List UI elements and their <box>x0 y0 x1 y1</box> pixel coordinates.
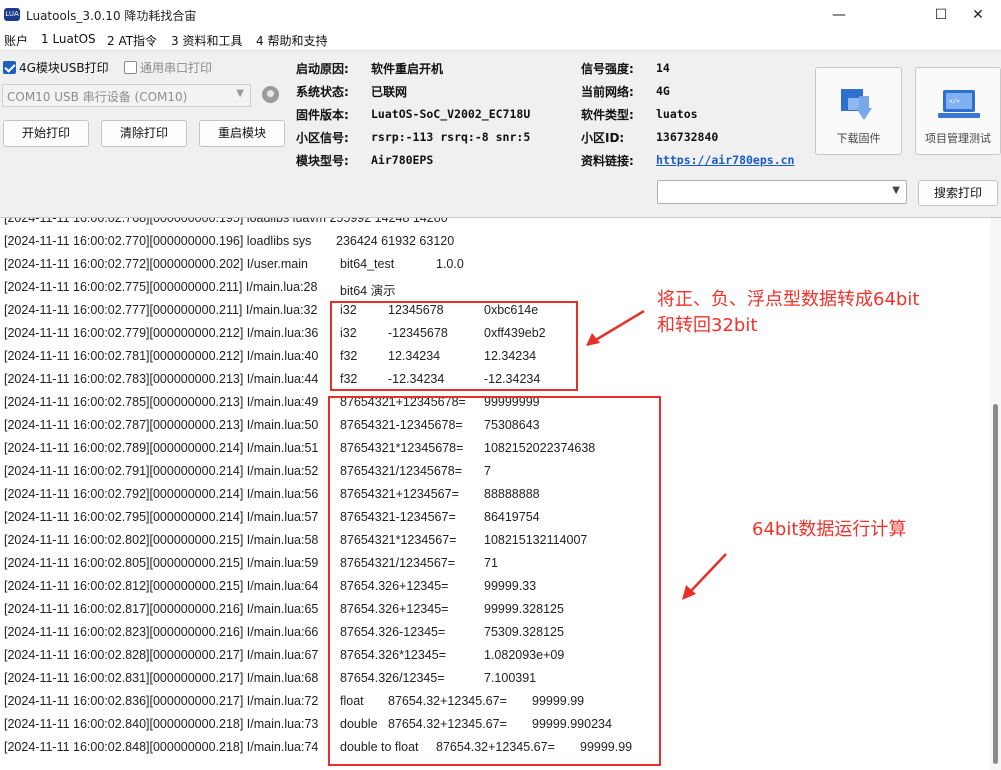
download-firmware-label: 下载固件 <box>836 132 881 145</box>
menu-account[interactable]: 账户 <box>4 32 28 49</box>
log-prefix: [2024-11-11 16:00:02.779][000000000.212]… <box>4 326 319 340</box>
svg-text:</>: </> <box>949 98 960 105</box>
serial-print-label: 通用串口打印 <box>140 61 213 75</box>
log-prefix: [2024-11-11 16:00:02.828][000000000.217]… <box>4 648 319 662</box>
laptop-icon: </> <box>938 90 980 118</box>
boot-reason-label: 启动原因: <box>296 62 349 76</box>
menu-resources-tools[interactable]: 3 资料和工具 <box>171 32 242 49</box>
log-prefix: [2024-11-11 16:00:02.775][000000000.211]… <box>4 280 318 294</box>
port-select[interactable]: COM10 USB 串行设备 (COM10) ▼ <box>2 84 251 107</box>
signal-value: 14 <box>656 61 670 75</box>
signal-label: 信号强度: <box>581 62 634 76</box>
usb-print-label: 4G模块USB打印 <box>19 61 109 75</box>
log-scrollbar[interactable] <box>990 218 1001 770</box>
menu-luatos[interactable]: 1 LuatOS <box>41 32 96 46</box>
log-prefix: [2024-11-11 16:00:02.792][000000000.214]… <box>4 487 319 501</box>
convert-annotation-line1: 将正、负、浮点型数据转成64bit <box>657 289 920 310</box>
menu-at-commands[interactable]: 2 AT指令 <box>107 32 157 49</box>
log-prefix: [2024-11-11 16:00:02.789][000000000.214]… <box>4 441 319 455</box>
usb-print-checkbox[interactable]: 4G模块USB打印 <box>3 59 109 76</box>
calc-annotation: 64bit数据运行计算 <box>752 519 907 540</box>
log-prefix: [2024-11-11 16:00:02.772][000000000.202]… <box>4 257 308 271</box>
log-prefix: [2024-11-11 16:00:02.802][000000000.215]… <box>4 533 319 547</box>
log-prefix: [2024-11-11 16:00:02.787][000000000.213]… <box>4 418 319 432</box>
log-prefix: [2024-11-11 16:00:02.848][000000000.218]… <box>4 740 319 754</box>
log-prefix: [2024-11-11 16:00:02.768][000000000.195]… <box>4 218 448 225</box>
search-print-button[interactable]: 搜索打印 <box>918 180 998 206</box>
network-value: 4G <box>656 84 670 98</box>
window-title: Luatools_3.0.10 降功耗找合宙 <box>26 9 197 23</box>
log-prefix: [2024-11-11 16:00:02.831][000000000.217]… <box>4 671 319 685</box>
log-prefix: [2024-11-11 16:00:02.805][000000000.215]… <box>4 556 319 570</box>
chevron-down-icon: ▼ <box>236 88 244 99</box>
sys-status-value: 已联网 <box>371 85 408 99</box>
doc-link[interactable]: https://air780eps.cn <box>656 153 794 167</box>
download-firmware-button[interactable]: 下载固件 <box>815 67 902 155</box>
title-bar: LUA Luatools_3.0.10 降功耗找合宙 — ☐ ✕ <box>0 0 1001 30</box>
calc-highlight-box <box>328 396 661 766</box>
log-prefix: [2024-11-11 16:00:02.812][000000000.215]… <box>4 579 319 593</box>
log-prefix: [2024-11-11 16:00:02.817][000000000.216]… <box>4 602 319 616</box>
log-prefix: [2024-11-11 16:00:02.823][000000000.216]… <box>4 625 319 639</box>
arrow-left-icon <box>586 309 645 346</box>
start-print-button[interactable]: 开始打印 <box>3 120 89 147</box>
cell-signal-value: rsrp:-113 rsrq:-8 snr:5 <box>371 130 531 144</box>
log-field: bit64_test <box>340 257 395 271</box>
clear-print-button[interactable]: 清除打印 <box>101 120 187 147</box>
log-filter-combo[interactable]: ▼ <box>657 180 907 204</box>
network-label: 当前网络: <box>581 85 634 99</box>
convert-highlight-box <box>330 301 578 391</box>
convert-annotation-line2: 和转回32bit <box>657 315 758 336</box>
project-manager-button[interactable]: </> 项目管理测试 <box>915 67 1001 155</box>
checkbox-unchecked-icon <box>124 61 137 74</box>
port-select-value: COM10 USB 串行设备 (COM10) <box>7 90 188 104</box>
refresh-port-icon[interactable] <box>262 86 279 103</box>
log-prefix: [2024-11-11 16:00:02.840][000000000.218]… <box>4 717 319 731</box>
soft-type-label: 软件类型: <box>581 108 634 122</box>
cell-id-value: 136732840 <box>656 130 719 144</box>
log-prefix: [2024-11-11 16:00:02.781][000000000.212]… <box>4 349 319 363</box>
menu-help-support[interactable]: 4 帮助和支持 <box>256 32 327 49</box>
log-field: 236424 61932 63120 <box>336 234 455 248</box>
log-prefix: [2024-11-11 16:00:02.791][000000000.214]… <box>4 464 319 478</box>
cell-id-label: 小区ID: <box>581 131 625 145</box>
minimize-button[interactable]: — <box>816 0 862 30</box>
checkbox-checked-icon <box>3 61 16 74</box>
module-label: 模块型号: <box>296 154 349 168</box>
log-prefix: [2024-11-11 16:00:02.836][000000000.217]… <box>4 694 319 708</box>
log-prefix: [2024-11-11 16:00:02.795][000000000.214]… <box>4 510 319 524</box>
log-prefix: [2024-11-11 16:00:02.770][000000000.196]… <box>4 234 312 248</box>
scroll-thumb[interactable] <box>993 404 998 764</box>
module-value: Air780EPS <box>371 153 434 167</box>
arrow-down-left-icon <box>682 553 727 600</box>
doc-link-label: 资料链接: <box>581 154 634 168</box>
log-prefix: [2024-11-11 16:00:02.785][000000000.213]… <box>4 395 319 409</box>
download-icon <box>841 89 872 120</box>
close-button[interactable]: ✕ <box>955 0 1001 30</box>
log-field: 1.0.0 <box>436 257 464 271</box>
firmware-value: LuatOS-SoC_V2002_EC718U <box>371 107 531 121</box>
log-field: bit64 演示 <box>340 284 396 298</box>
sys-status-label: 系统状态: <box>296 85 349 99</box>
app-logo-icon: LUA <box>4 8 20 21</box>
project-manager-label: 项目管理测试 <box>925 132 991 145</box>
cell-signal-label: 小区信号: <box>296 131 349 145</box>
log-prefix: [2024-11-11 16:00:02.777][000000000.211]… <box>4 303 318 317</box>
boot-reason-value: 软件重启开机 <box>371 62 444 76</box>
menu-bar: 账户 1 LuatOS 2 AT指令 3 资料和工具 4 帮助和支持 <box>0 30 1001 50</box>
chevron-down-icon: ▼ <box>892 185 900 196</box>
soft-type-value: luatos <box>656 107 698 121</box>
reboot-module-button[interactable]: 重启模块 <box>199 120 285 147</box>
firmware-label: 固件版本: <box>296 108 349 122</box>
log-prefix: [2024-11-11 16:00:02.783][000000000.213]… <box>4 372 319 386</box>
serial-print-checkbox[interactable]: 通用串口打印 <box>124 59 212 76</box>
